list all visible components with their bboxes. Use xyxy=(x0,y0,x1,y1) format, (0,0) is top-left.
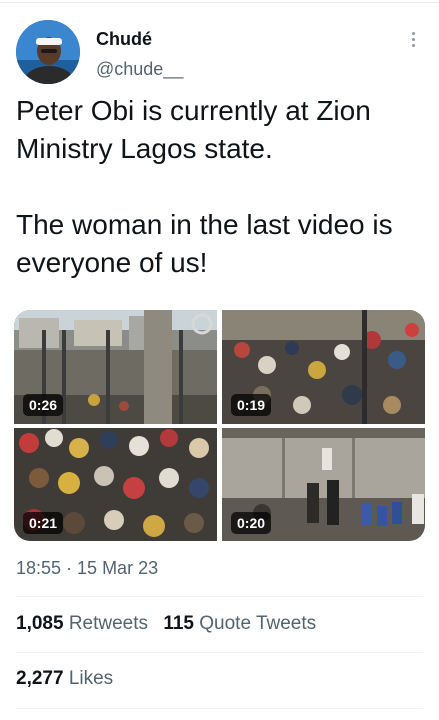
tweet-text: Peter Obi is currently at Zion Ministry … xyxy=(16,92,426,282)
video-thumbnail-4[interactable]: 0:20 xyxy=(222,428,425,541)
author-handle[interactable]: @chude__ xyxy=(96,59,183,80)
video-duration: 0:21 xyxy=(23,512,64,534)
divider xyxy=(16,652,423,653)
quote-tweets-count: 115 xyxy=(163,613,194,634)
tweet-header: Chudé @chude__ xyxy=(16,20,423,90)
video-thumbnail-1[interactable]: 0:26 xyxy=(14,310,217,424)
likes-count: 2,277 xyxy=(16,668,64,689)
divider xyxy=(16,708,423,709)
retweets-stat[interactable]: 1,085 Retweets xyxy=(16,613,148,635)
likes-label: Likes xyxy=(68,668,114,689)
video-duration: 0:19 xyxy=(231,394,272,416)
video-thumbnail-3[interactable]: 0:21 xyxy=(14,428,217,541)
avatar[interactable] xyxy=(16,20,80,84)
divider xyxy=(16,596,423,597)
engagement-stats: 1,085 Retweets 115 Quote Tweets xyxy=(16,613,326,635)
top-divider xyxy=(0,2,439,3)
retweets-count: 1,085 xyxy=(16,613,64,634)
tweet-timestamp[interactable]: 18:55 · 15 Mar 23 xyxy=(16,558,158,579)
video-duration: 0:26 xyxy=(23,394,64,416)
video-thumbnail-2[interactable]: 0:19 xyxy=(222,310,425,424)
retweets-label: Retweets xyxy=(68,613,149,634)
author-name[interactable]: Chudé xyxy=(96,29,152,50)
tweet-paragraph: The woman in the last video is everyone … xyxy=(16,209,393,278)
more-options-icon[interactable] xyxy=(407,30,419,52)
video-duration: 0:20 xyxy=(231,512,272,534)
tweet-paragraph: Peter Obi is currently at Zion Ministry … xyxy=(16,95,371,164)
media-grid: 0:26 0:19 0:21 0:20 xyxy=(14,310,425,541)
quote-tweets-label: Quote Tweets xyxy=(199,613,317,634)
quote-tweets-stat[interactable]: 115 Quote Tweets xyxy=(163,613,316,635)
likes-stat[interactable]: 2,277 Likes xyxy=(16,668,113,690)
